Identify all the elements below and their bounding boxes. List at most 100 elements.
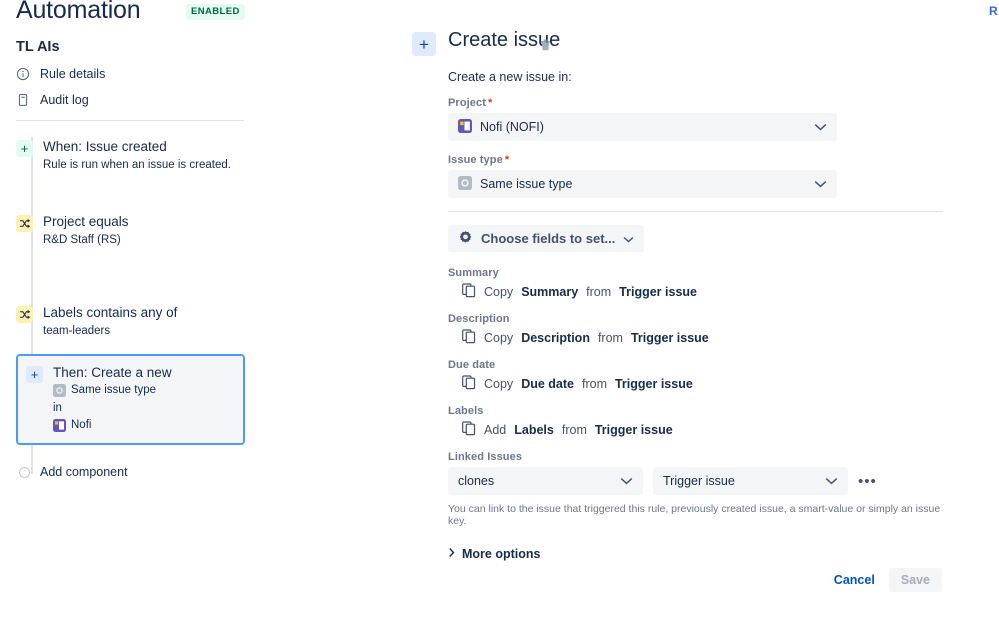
field-preposition: from bbox=[586, 285, 612, 299]
more-options-label: More options bbox=[462, 547, 541, 561]
project-select-value: Nofi (NOFI) bbox=[480, 120, 544, 134]
field-name: Summary bbox=[521, 285, 579, 299]
field-preposition: from bbox=[597, 331, 623, 345]
cancel-button[interactable]: Cancel bbox=[826, 568, 883, 592]
detail-intro: Create a new issue in: bbox=[448, 70, 572, 84]
field-action: Add bbox=[484, 423, 507, 437]
issue-type-select-value: Same issue type bbox=[480, 177, 573, 191]
field-label: Labels bbox=[448, 405, 484, 417]
field-label: Description bbox=[448, 313, 510, 325]
field-preposition: from bbox=[561, 423, 587, 437]
corner-link[interactable]: R bbox=[989, 4, 999, 18]
chevron-down-icon bbox=[623, 231, 634, 246]
detail-header: + Create issue bbox=[408, 29, 968, 64]
copy-icon bbox=[462, 283, 476, 301]
issue-type-label: Same issue type bbox=[71, 384, 157, 397]
plus-icon: + bbox=[412, 32, 436, 56]
field-value[interactable]: Copy Due date from Trigger issue bbox=[462, 375, 943, 393]
shuffle-icon bbox=[16, 215, 33, 232]
sidebar-item-label: Rule details bbox=[40, 66, 106, 81]
component-issue-type: Same issue type bbox=[53, 382, 172, 399]
copy-icon bbox=[462, 329, 476, 347]
field-action: Copy bbox=[484, 331, 514, 345]
plus-icon: + bbox=[26, 366, 43, 383]
section-divider bbox=[448, 211, 943, 212]
component-title: Project equals bbox=[43, 214, 129, 229]
sidebar-divider bbox=[16, 120, 244, 121]
field-row-description: Description Copy Description from Trigge… bbox=[448, 313, 943, 347]
trash-icon[interactable] bbox=[539, 38, 552, 57]
field-label: Due date bbox=[448, 359, 496, 371]
project-select[interactable]: Nofi (NOFI) bbox=[448, 113, 837, 141]
component-subtitle: team-leaders bbox=[43, 325, 111, 338]
field-value[interactable]: Copy Description from Trigger issue bbox=[462, 329, 943, 347]
field-name: Labels bbox=[514, 423, 554, 437]
field-source: Trigger issue bbox=[614, 377, 693, 391]
project-label: Nofi bbox=[71, 419, 92, 432]
chevron-right-icon bbox=[448, 547, 455, 561]
rule-component-trigger[interactable]: + When: Issue created Rule is run when a… bbox=[16, 138, 256, 174]
link-target-select[interactable]: Trigger issue bbox=[653, 467, 848, 495]
project-avatar-icon bbox=[458, 118, 472, 136]
rule-component-action-create-issue[interactable]: + Then: Create a new Same issue type in bbox=[16, 354, 245, 446]
save-button[interactable]: Save bbox=[888, 568, 942, 592]
component-subtitle: R&D Staff (RS) bbox=[43, 234, 121, 247]
sidebar-item-rule-details[interactable]: Rule details bbox=[16, 67, 105, 81]
field-name: Due date bbox=[521, 377, 574, 391]
field-label: Summary bbox=[448, 267, 499, 279]
field-action: Copy bbox=[484, 285, 514, 299]
required-marker: * bbox=[488, 97, 493, 109]
field-action: Copy bbox=[484, 377, 514, 391]
copy-icon bbox=[462, 421, 476, 439]
chevron-down-icon bbox=[620, 474, 633, 488]
issue-type-icon bbox=[53, 384, 66, 398]
component-title: When: Issue created bbox=[43, 139, 167, 154]
component-title: Then: Create a new bbox=[53, 365, 172, 380]
rule-chain-panel: TL AIs Rule details Audit log + When: Is… bbox=[0, 32, 420, 633]
more-options-toggle[interactable]: More options bbox=[448, 547, 540, 561]
field-name: Description bbox=[521, 331, 590, 345]
rule-component-condition-labels[interactable]: Labels contains any of team-leaders bbox=[16, 304, 256, 340]
issue-type-select[interactable]: Same issue type bbox=[448, 170, 837, 198]
copy-icon bbox=[462, 375, 476, 393]
detail-footer: Cancel Save bbox=[408, 568, 942, 592]
field-value[interactable]: Copy Summary from Trigger issue bbox=[462, 283, 943, 301]
field-source: Trigger issue bbox=[619, 285, 697, 299]
linked-issues-help: You can link to the issue that triggered… bbox=[448, 503, 941, 527]
component-subtitle: Rule is run when an issue is created. bbox=[43, 159, 231, 172]
choose-fields-button[interactable]: Choose fields to set... bbox=[448, 225, 645, 252]
link-type-select[interactable]: clones bbox=[448, 467, 643, 495]
field-value[interactable]: Add Labels from Trigger issue bbox=[462, 421, 943, 439]
gear-icon bbox=[458, 230, 473, 248]
info-circle-icon bbox=[16, 67, 30, 81]
field-label: Linked Issues bbox=[448, 451, 523, 463]
link-target-value: Trigger issue bbox=[663, 474, 735, 488]
detail-body: Create a new issue in: Project * Nofi (NO… bbox=[448, 70, 958, 563]
project-field-label: Project * bbox=[448, 97, 493, 109]
add-component-button[interactable]: Add component bbox=[16, 465, 128, 479]
issue-type-icon bbox=[458, 175, 472, 193]
rule-name: TL AIs bbox=[16, 39, 60, 55]
shuffle-icon bbox=[16, 306, 33, 323]
page-title: Automation bbox=[16, 0, 141, 24]
chevron-down-icon bbox=[814, 120, 827, 134]
component-project: Nofi bbox=[53, 417, 172, 434]
linked-issues-menu-button[interactable]: ••• bbox=[858, 473, 877, 490]
sidebar-item-audit-log[interactable]: Audit log bbox=[16, 93, 89, 107]
field-source: Trigger issue bbox=[630, 331, 709, 345]
field-row-labels: Labels Add Labels from Trigger issue ••• bbox=[448, 405, 943, 439]
add-component-label: Add component bbox=[40, 465, 128, 479]
document-icon bbox=[16, 93, 30, 107]
issue-type-field-label: Issue type * bbox=[448, 154, 510, 166]
circle-icon bbox=[19, 466, 30, 478]
link-type-value: clones bbox=[458, 474, 495, 488]
component-title: Labels contains any of bbox=[43, 305, 178, 320]
status-badge: ENABLED bbox=[186, 4, 245, 20]
sidebar-item-label: Audit log bbox=[40, 92, 89, 107]
linked-issues-controls: clones Trigger issue ••• bbox=[448, 467, 943, 495]
field-row-linked-issues: Linked Issues clones Trigger issue ••• Y… bbox=[448, 451, 943, 527]
plus-icon: + bbox=[16, 140, 33, 157]
field-row-due-date: Due date Copy Due date from Trigger issu… bbox=[448, 359, 943, 393]
required-marker: * bbox=[504, 154, 510, 166]
rule-component-condition-project[interactable]: Project equals R&D Staff (RS) bbox=[16, 213, 256, 249]
